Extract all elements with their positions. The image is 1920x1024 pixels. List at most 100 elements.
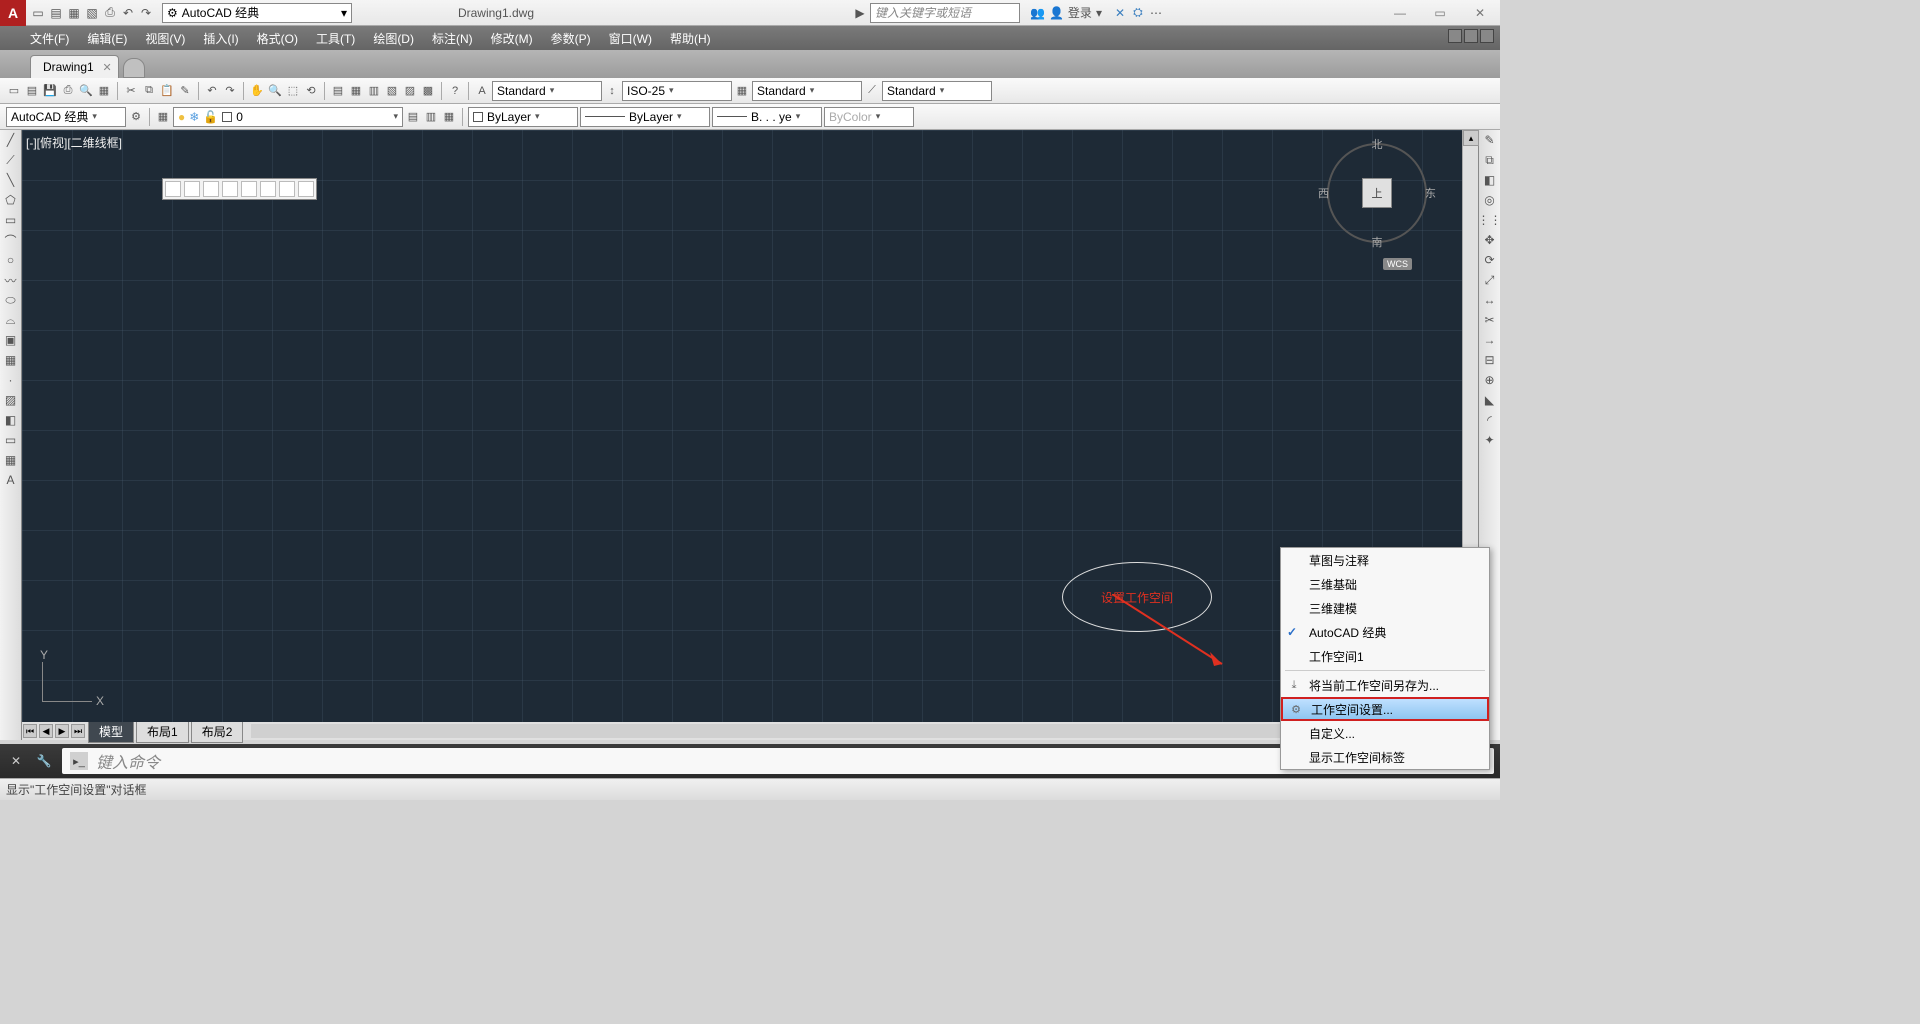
polygon-icon[interactable]: ⬠ [3, 192, 19, 208]
wcs-badge[interactable]: WCS [1383, 258, 1412, 270]
zoom-window-icon[interactable]: ⬚ [285, 83, 301, 99]
sheet-set-icon[interactable]: ▧ [384, 83, 400, 99]
markup-icon[interactable]: ▨ [402, 83, 418, 99]
tablestyle-combo[interactable]: Standard▾ [752, 81, 862, 101]
dimstyle-combo[interactable]: ISO-25▾ [622, 81, 732, 101]
ws-saveas[interactable]: ⤓将当前工作空间另存为... [1281, 673, 1489, 697]
sheet-layout1[interactable]: 布局1 [136, 720, 189, 743]
spline-icon[interactable]: 〰 [3, 272, 19, 288]
mdi-min[interactable] [1448, 29, 1462, 43]
pline-icon[interactable]: ⟋ [3, 152, 19, 168]
tab-drawing1[interactable]: Drawing1 ✕ [30, 55, 119, 78]
mlstyle-icon[interactable]: ⟋ [864, 83, 880, 99]
paste-icon[interactable]: 📋 [159, 83, 175, 99]
join-icon[interactable]: ⊕ [1482, 372, 1498, 388]
qat-print-icon[interactable]: ⎙ [102, 5, 118, 21]
qat-undo-icon[interactable]: ↶ [120, 5, 136, 21]
cmd-close-icon[interactable]: ✕ [6, 751, 26, 771]
qat-open-icon[interactable]: ▤ [48, 5, 64, 21]
extend-icon[interactable]: → [1482, 332, 1498, 348]
view-icon-5[interactable] [241, 181, 257, 197]
pan-icon[interactable]: ✋ [249, 83, 265, 99]
qat-saveas-icon[interactable]: ▧ [84, 5, 100, 21]
copy2-icon[interactable]: ⧉ [1482, 152, 1498, 168]
viewcube-north[interactable]: 北 [1372, 136, 1383, 152]
publish-icon[interactable]: ▦ [96, 83, 112, 99]
plotstyle-combo[interactable]: ByColor▾ [824, 107, 914, 127]
menu-draw[interactable]: 绘图(D) [373, 30, 414, 47]
line-icon[interactable]: ╱ [3, 132, 19, 148]
save-icon[interactable]: 💾 [42, 83, 58, 99]
undo-icon[interactable]: ↶ [204, 83, 220, 99]
app-icon[interactable]: A [0, 0, 26, 26]
properties-icon[interactable]: ▤ [330, 83, 346, 99]
trim-icon[interactable]: ✂ [1482, 312, 1498, 328]
ws-item-3dbasic[interactable]: 三维基础 [1281, 572, 1489, 596]
layer-match-icon[interactable]: ▤ [405, 109, 421, 125]
view-icon-3[interactable] [203, 181, 219, 197]
close-button[interactable]: ✕ [1460, 3, 1500, 23]
view-icon-2[interactable] [184, 181, 200, 197]
menu-window[interactable]: 窗口(W) [609, 30, 652, 47]
layer-prev-icon[interactable]: ▥ [423, 109, 439, 125]
tab-prev-icon[interactable]: ◀ [39, 724, 53, 738]
tab-last-icon[interactable]: ⏭ [71, 724, 85, 738]
layer-props-icon[interactable]: ▦ [155, 109, 171, 125]
viewcube-east[interactable]: 东 [1425, 185, 1436, 201]
view-icon-4[interactable] [222, 181, 238, 197]
mlstyle-combo[interactable]: Standard▾ [882, 81, 992, 101]
qat-redo-icon[interactable]: ↷ [138, 5, 154, 21]
new-tab-button[interactable] [123, 58, 145, 78]
rotate-icon[interactable]: ⟳ [1482, 252, 1498, 268]
minimize-button[interactable]: — [1380, 3, 1420, 23]
hatch-icon[interactable]: ▨ [3, 392, 19, 408]
ws-item-sketch[interactable]: 草图与注释 [1281, 548, 1489, 572]
scale-icon[interactable]: ⤢ [1482, 272, 1498, 288]
menu-format[interactable]: 格式(O) [257, 30, 298, 47]
menu-file[interactable]: 文件(F) [30, 30, 69, 47]
menu-modify[interactable]: 修改(M) [491, 30, 533, 47]
preview-icon[interactable]: 🔍 [78, 83, 94, 99]
gradient-icon[interactable]: ◧ [3, 412, 19, 428]
view-icon-8[interactable] [298, 181, 314, 197]
ws-item-ws1[interactable]: 工作空间1 [1281, 644, 1489, 668]
menu-edit[interactable]: 编辑(E) [87, 30, 127, 47]
fillet-icon[interactable]: ◜ [1482, 412, 1498, 428]
linetype-combo[interactable]: ByLayer▾ [580, 107, 710, 127]
lineweight-combo[interactable]: B. . . ye▾ [712, 107, 822, 127]
stretch-icon[interactable]: ↔ [1482, 292, 1498, 308]
chamfer-icon[interactable]: ◣ [1482, 392, 1498, 408]
dcenter-icon[interactable]: ▦ [348, 83, 364, 99]
view-icon-7[interactable] [279, 181, 295, 197]
zoom-icon[interactable]: 🔍 [267, 83, 283, 99]
rectangle-icon[interactable]: ▭ [3, 212, 19, 228]
circle-icon[interactable]: ○ [3, 252, 19, 268]
tablestyle-icon[interactable]: ▦ [734, 83, 750, 99]
viewcube[interactable]: 北 南 西 东 上 [1322, 138, 1432, 248]
mtext-icon[interactable]: A [3, 472, 19, 488]
play-icon[interactable]: ▶ [852, 5, 868, 21]
help-icon[interactable]: ? [447, 83, 463, 99]
menu-view[interactable]: 视图(V) [145, 30, 185, 47]
view-icon-6[interactable] [260, 181, 276, 197]
insert-icon[interactable]: ▣ [3, 332, 19, 348]
view-icon-1[interactable] [165, 181, 181, 197]
floating-view-toolbar[interactable] [162, 178, 317, 200]
ellipse-arc-icon[interactable]: ⌓ [3, 312, 19, 328]
point-icon[interactable]: · [3, 372, 19, 388]
tab-first-icon[interactable]: ⏮ [23, 724, 37, 738]
explode-icon[interactable]: ✦ [1482, 432, 1498, 448]
menu-tools[interactable]: 工具(T) [316, 30, 355, 47]
search-input[interactable]: 键入关键字或短语 [870, 3, 1020, 23]
exchange-x-icon[interactable]: ✕ [1112, 5, 1128, 21]
ws-item-3dmodel[interactable]: 三维建模 [1281, 596, 1489, 620]
ws-item-classic[interactable]: ✓AutoCAD 经典 [1281, 620, 1489, 644]
menu-help[interactable]: 帮助(H) [670, 30, 711, 47]
scroll-up-icon[interactable]: ▴ [1463, 130, 1479, 146]
print-icon[interactable]: ⎙ [60, 83, 76, 99]
textstyle-icon[interactable]: A [474, 83, 490, 99]
login-button[interactable]: 👥 👤 登录 ▾ [1022, 4, 1110, 21]
dimstyle-icon[interactable]: ↕ [604, 83, 620, 99]
layer-state-icon[interactable]: ▦ [441, 109, 457, 125]
match-icon[interactable]: ✎ [177, 83, 193, 99]
